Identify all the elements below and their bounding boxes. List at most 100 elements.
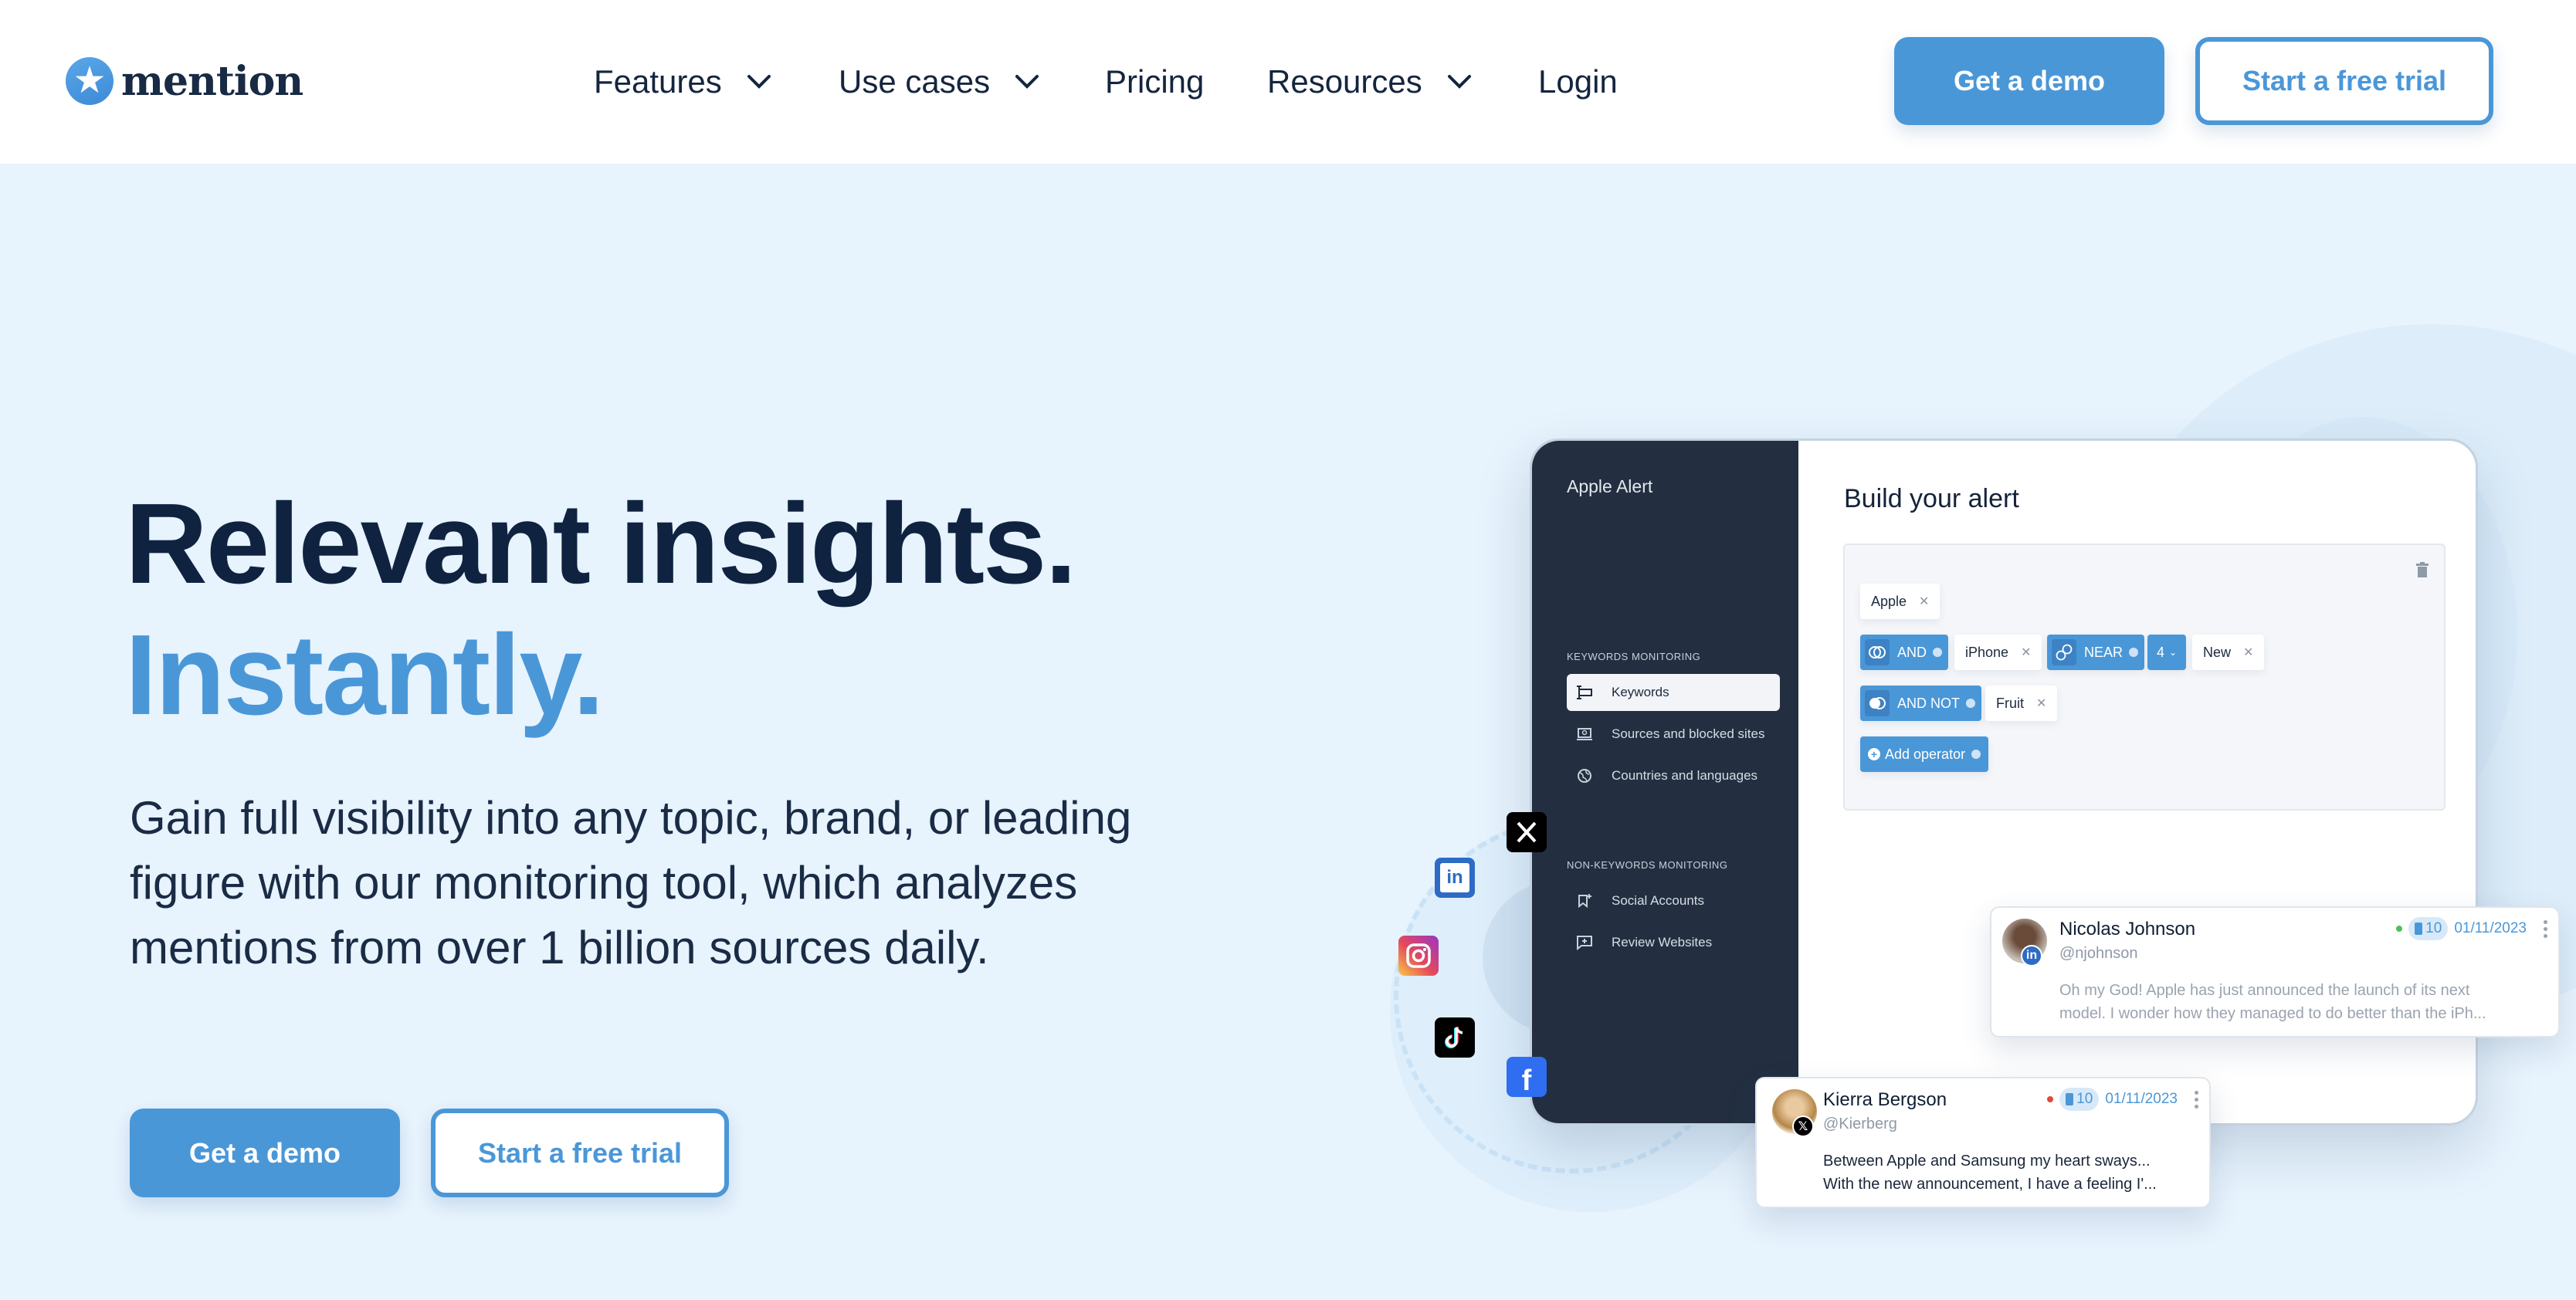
- logo-text: mention: [121, 57, 303, 105]
- header-get-demo-button[interactable]: Get a demo: [1894, 37, 2164, 125]
- app-sidebar: Apple Alert KEYWORDS MONITORING Keywords…: [1532, 441, 1798, 1123]
- nav-features[interactable]: Features: [594, 57, 773, 107]
- reach-badge: 10: [2408, 917, 2449, 940]
- mention-text-line: Between Apple and Samsung my heart sways…: [1823, 1153, 2151, 1170]
- nav-pricing[interactable]: Pricing: [1105, 57, 1204, 107]
- operator-and[interactable]: AND: [1860, 635, 1949, 670]
- x-icon: 𝕏: [1792, 1115, 1814, 1137]
- nav-label: Login: [1538, 63, 1618, 100]
- sidebar-item-label: Sources and blocked sites: [1612, 726, 1765, 741]
- header-start-trial-button[interactable]: Start a free trial: [2195, 37, 2493, 125]
- facebook-icon: f: [1507, 1057, 1547, 1097]
- sidebar-item-label: Social Accounts: [1612, 893, 1705, 908]
- remove-icon[interactable]: ✕: [1919, 594, 1929, 609]
- trash-icon[interactable]: [2416, 562, 2429, 577]
- tiktok-icon: [1435, 1017, 1475, 1058]
- operator-label: AND NOT: [1897, 695, 1960, 711]
- mention-date: 01/11/2023: [2454, 920, 2527, 936]
- exclusion-icon: [1865, 690, 1890, 716]
- author-handle: @njohnson: [2059, 945, 2138, 962]
- social-accounts-icon: [1576, 894, 1593, 909]
- author-handle: @Kierberg: [1823, 1115, 1897, 1132]
- mention-text: Between Apple and Samsung my heart sways…: [1823, 1149, 2201, 1196]
- hero-headline-accent: Instantly.: [125, 611, 605, 739]
- chevron-down-icon: [745, 68, 773, 96]
- instagram-icon: [1398, 936, 1439, 976]
- operator-label: NEAR: [2084, 644, 2124, 660]
- section-title: NON-KEYWORDS MONITORING: [1567, 859, 1728, 871]
- plus-circle-icon: +: [1868, 748, 1880, 760]
- remove-icon[interactable]: ✕: [2243, 645, 2253, 660]
- mention-text-line: With the new announcement, I have a feel…: [1823, 1176, 2157, 1193]
- reach-value: 10: [2076, 1091, 2093, 1107]
- reach-icon: [2066, 1093, 2074, 1105]
- sidebar-item-label: Countries and languages: [1612, 768, 1758, 783]
- nav-use-cases[interactable]: Use cases: [839, 57, 1041, 107]
- keyword-chip[interactable]: iPhone ✕: [1954, 635, 2042, 670]
- keyword-label: Apple: [1871, 593, 1907, 609]
- x-icon: [1507, 812, 1547, 852]
- chevron-down-icon: [1013, 68, 1041, 96]
- sidebar-item-sources[interactable]: Sources and blocked sites: [1567, 716, 1780, 753]
- mention-text: Oh my God! Apple has just announced the …: [2059, 979, 2546, 1025]
- keyword-label: Fruit: [1996, 695, 2024, 711]
- nav-resources[interactable]: Resources: [1267, 57, 1473, 107]
- sources-icon: [1576, 727, 1593, 741]
- sentiment-dot: [2047, 1096, 2054, 1102]
- sentiment-dot: [2396, 926, 2403, 932]
- linkedin-icon: in: [2021, 945, 2042, 967]
- keyword-chip[interactable]: Apple ✕: [1860, 584, 1940, 619]
- nav-label: Pricing: [1105, 63, 1205, 100]
- hero-get-demo-button[interactable]: Get a demo: [130, 1109, 400, 1197]
- operator-and-not[interactable]: AND NOT: [1860, 686, 1981, 721]
- reach-value: 10: [2425, 920, 2442, 936]
- remove-icon[interactable]: ✕: [2036, 696, 2046, 711]
- review-icon: [1576, 936, 1593, 950]
- add-operator-button[interactable]: + Add operator: [1860, 736, 1989, 772]
- nav-label: Features: [594, 63, 722, 100]
- info-icon: [1971, 750, 1981, 759]
- author-name: Kierra Bergson: [1823, 1089, 1947, 1110]
- keyword-chip[interactable]: Fruit ✕: [1985, 686, 2058, 721]
- sidebar-item-keywords[interactable]: Keywords: [1567, 674, 1780, 711]
- operator-near[interactable]: NEAR: [2047, 635, 2145, 670]
- link-circles-icon: [2052, 639, 2076, 665]
- mention-date: 01/11/2023: [2105, 1091, 2178, 1107]
- chevron-down-icon: [1446, 68, 1473, 96]
- mention-card[interactable]: 𝕏 Kierra Bergson @Kierberg 10 01/11/2023…: [1755, 1077, 2211, 1208]
- mention-meta: 10 01/11/2023: [2396, 917, 2547, 940]
- site-header: ★ mention Features Use cases Pricing Res…: [0, 0, 2576, 164]
- linkedin-icon: in: [1435, 858, 1475, 898]
- reach-badge: 10: [2059, 1088, 2100, 1111]
- add-operator-label: Add operator: [1885, 746, 1966, 762]
- sidebar-item-label: Review Websites: [1612, 935, 1713, 950]
- nav-label: Resources: [1267, 63, 1422, 100]
- hero-start-trial-button[interactable]: Start a free trial: [431, 1109, 729, 1197]
- distance-value: 4: [2157, 644, 2165, 660]
- nav-label: Use cases: [839, 63, 991, 100]
- keyword-label: iPhone: [1965, 644, 2009, 660]
- intersection-icon: [1865, 639, 1890, 665]
- more-options-icon[interactable]: [2544, 919, 2547, 938]
- keyword-chip[interactable]: New ✕: [2192, 635, 2265, 670]
- info-icon: [1966, 699, 1975, 708]
- mention-text-line: Oh my God! Apple has just announced the …: [2059, 982, 2470, 999]
- operator-label: AND: [1897, 644, 1927, 660]
- sidebar-item-countries[interactable]: Countries and languages: [1567, 757, 1780, 794]
- reach-icon: [2415, 923, 2423, 935]
- chevron-down-icon: ⌄: [2169, 647, 2178, 658]
- sidebar-item-review-websites[interactable]: Review Websites: [1567, 924, 1780, 961]
- section-title: KEYWORDS MONITORING: [1567, 651, 1701, 662]
- mention-card[interactable]: in Nicolas Johnson @njohnson 10 01/11/20…: [1990, 906, 2560, 1038]
- author-name: Nicolas Johnson: [2059, 919, 2196, 939]
- info-icon: [1933, 648, 1943, 657]
- more-options-icon[interactable]: [2195, 1090, 2198, 1109]
- star-icon: ★: [66, 57, 114, 105]
- logo[interactable]: ★ mention: [66, 56, 303, 107]
- keyword-label: New: [2203, 644, 2232, 660]
- near-distance-select[interactable]: 4 ⌄: [2147, 635, 2187, 670]
- hero-headline: Relevant insights.: [125, 480, 1077, 608]
- sidebar-item-social-accounts[interactable]: Social Accounts: [1567, 882, 1780, 919]
- nav-login[interactable]: Login: [1538, 57, 1618, 107]
- remove-icon[interactable]: ✕: [2021, 645, 2031, 660]
